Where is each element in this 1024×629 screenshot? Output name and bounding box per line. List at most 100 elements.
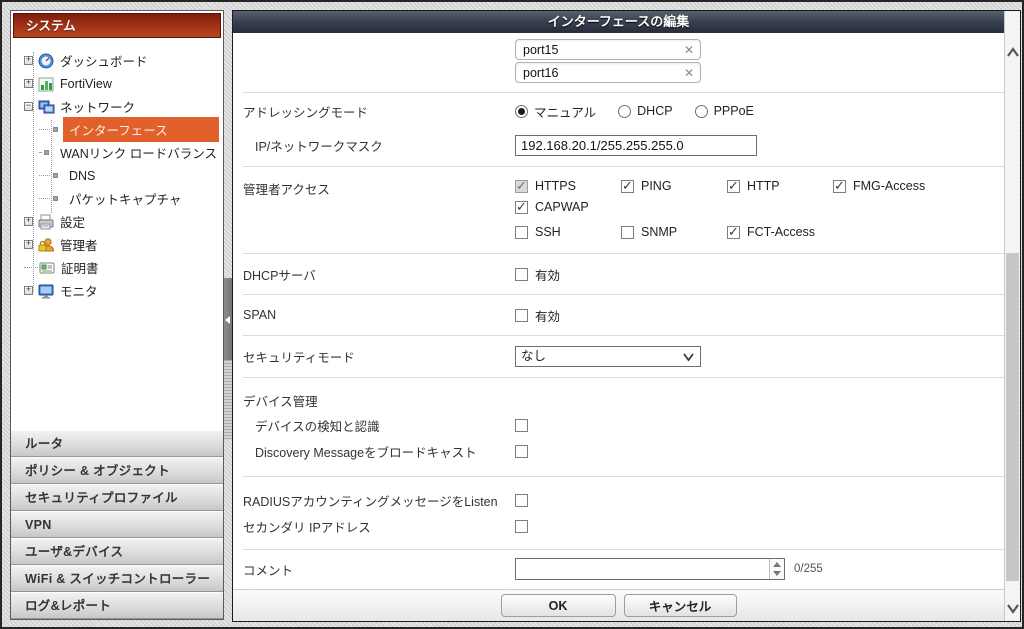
select-value: なし <box>521 349 546 363</box>
checkbox-snmp[interactable]: SNMP <box>621 225 727 239</box>
checkbox-icon[interactable] <box>515 180 528 193</box>
sidebar-item-interface[interactable]: インターフェース <box>11 118 223 141</box>
ip-mask-input[interactable] <box>516 138 756 153</box>
checkbox-icon[interactable] <box>515 309 528 322</box>
remove-icon[interactable]: ✕ <box>684 65 694 81</box>
sidebar-section-user-device[interactable]: ユーザ&デバイス <box>11 538 223 565</box>
settings-icon <box>38 214 55 230</box>
sidebar-item-fortiview[interactable]: + FortiView <box>11 72 223 95</box>
checkbox-ssh[interactable]: SSH <box>515 225 621 239</box>
comment-label: コメント <box>243 560 515 579</box>
checkbox-http[interactable]: HTTP <box>727 179 833 193</box>
sidebar-item-certificates[interactable]: 証明書 <box>11 256 223 279</box>
scrollbar[interactable] <box>1004 11 1020 621</box>
radio-icon[interactable] <box>618 105 631 118</box>
remove-icon[interactable]: ✕ <box>684 42 694 58</box>
checkbox-icon[interactable] <box>621 180 634 193</box>
checkbox-label: HTTP <box>747 179 780 193</box>
comment-field[interactable] <box>515 558 785 580</box>
sidebar-item-label: DNS <box>63 166 101 186</box>
expand-icon[interactable]: + <box>24 56 33 65</box>
sidebar-item-wan-load-balance[interactable]: WANリンク ロードバランス <box>11 141 223 164</box>
interface-name-field[interactable]: ✕ <box>515 39 701 60</box>
ok-button[interactable]: OK <box>501 594 616 617</box>
expand-icon[interactable]: + <box>24 240 33 249</box>
ip-mask-label: IP/ネットワークマスク <box>243 136 515 155</box>
checkbox-secondary-ip[interactable] <box>515 520 528 533</box>
sidebar-item-admin[interactable]: + 管理者 <box>11 233 223 256</box>
admin-access-options: HTTPS PING HTTP FMG-Access <box>515 179 1004 239</box>
sidebar-item-config[interactable]: + 設定 <box>11 210 223 233</box>
checkbox-label: SSH <box>535 225 561 239</box>
sidebar-item-label: インターフェース <box>63 117 219 142</box>
checkbox-icon[interactable] <box>515 201 528 214</box>
app-frame: システム + ダッシュボード + FortiView − <box>0 0 1024 629</box>
scroll-up-icon[interactable] <box>1005 43 1021 63</box>
sidebar-section-router[interactable]: ルータ <box>11 430 223 457</box>
sidebar-item-packet-capture[interactable]: パケットキャプチャ <box>11 187 223 210</box>
sidebar-section-security-profiles[interactable]: セキュリティプロファイル <box>11 484 223 511</box>
checkbox-https[interactable]: HTTPS <box>515 179 621 193</box>
sidebar-section-log-report[interactable]: ログ&レポート <box>11 592 223 619</box>
spinner-control[interactable] <box>769 559 784 579</box>
checkbox-fct-access[interactable]: FCT-Access <box>727 225 815 239</box>
sidebar-section-vpn[interactable]: VPN <box>11 511 223 538</box>
spinner-up-icon[interactable] <box>773 562 781 567</box>
radio-manual[interactable]: マニュアル <box>515 102 596 121</box>
interface-name-input[interactable] <box>523 40 673 59</box>
sidebar-item-monitor[interactable]: + モニタ <box>11 279 223 302</box>
scrollbar-thumb[interactable] <box>1006 253 1019 581</box>
security-mode-select[interactable]: なし <box>515 346 701 367</box>
bullet-icon <box>53 196 58 201</box>
checkbox-icon[interactable] <box>515 226 528 239</box>
divider-line <box>243 549 1004 550</box>
interface-name-input[interactable] <box>523 63 673 82</box>
dashboard-icon <box>38 53 55 69</box>
checkbox-icon[interactable] <box>727 226 740 239</box>
panel-divider <box>224 10 232 622</box>
radio-icon[interactable] <box>695 105 708 118</box>
sidebar-section-policy-objects[interactable]: ポリシー & オブジェクト <box>11 457 223 484</box>
checkbox-discovery-broadcast[interactable] <box>515 445 528 458</box>
radio-dhcp[interactable]: DHCP <box>618 104 672 118</box>
checkbox-span-enable[interactable]: 有効 <box>515 306 560 325</box>
radio-icon[interactable] <box>515 105 528 118</box>
radius-listen-label: RADIUSアカウンティングメッセージをListen <box>243 491 515 510</box>
checkbox-icon[interactable] <box>727 180 740 193</box>
comment-input[interactable] <box>516 559 764 579</box>
checkbox-radius-listen[interactable] <box>515 494 528 507</box>
expand-icon[interactable]: + <box>24 286 33 295</box>
security-mode-label: セキュリティモード <box>243 347 515 366</box>
interface-form: ✕ ✕ アドレッシングモード マニュアル DHCP <box>233 33 1004 589</box>
sidebar-item-dashboard[interactable]: + ダッシュボード <box>11 49 223 72</box>
spinner-down-icon[interactable] <box>773 571 781 576</box>
expand-icon[interactable]: + <box>24 79 33 88</box>
expand-icon[interactable]: + <box>24 217 33 226</box>
collapse-left-icon <box>225 316 230 324</box>
checkbox-fmg-access[interactable]: FMG-Access <box>833 179 925 193</box>
sidebar-collapse-handle[interactable] <box>224 278 232 360</box>
checkbox-device-detection[interactable] <box>515 419 528 432</box>
checkbox-icon[interactable] <box>621 226 634 239</box>
sidebar-item-label: パケットキャプチャ <box>63 186 187 211</box>
sidebar-section-wifi-switch[interactable]: WiFi & スイッチコントローラー <box>11 565 223 592</box>
checkbox-icon[interactable] <box>515 268 528 281</box>
interface-name-field[interactable]: ✕ <box>515 62 701 83</box>
checkbox-icon[interactable] <box>833 180 846 193</box>
checkbox-label: CAPWAP <box>535 200 589 214</box>
checkbox-dhcp-enable[interactable]: 有効 <box>515 265 560 284</box>
radius-secondary-block: RADIUSアカウンティングメッセージをListen セカンダリ IPアドレス <box>233 477 1004 549</box>
radio-pppoe[interactable]: PPPoE <box>695 104 754 118</box>
collapse-icon[interactable]: − <box>24 102 33 111</box>
dialog-footer: OK キャンセル <box>233 589 1004 621</box>
scroll-down-icon[interactable] <box>1005 599 1021 619</box>
sidebar-item-dns[interactable]: DNS <box>11 164 223 187</box>
cancel-button[interactable]: キャンセル <box>624 594 737 617</box>
tree-connector <box>39 129 50 130</box>
checkbox-capwap[interactable]: CAPWAP <box>515 200 589 214</box>
sidebar-item-network[interactable]: − ネットワーク <box>11 95 223 118</box>
ip-mask-field[interactable] <box>515 135 757 156</box>
checkbox-ping[interactable]: PING <box>621 179 727 193</box>
sidebar-header-system[interactable]: システム <box>13 13 221 38</box>
span-row: SPAN 有効 <box>233 295 1004 335</box>
